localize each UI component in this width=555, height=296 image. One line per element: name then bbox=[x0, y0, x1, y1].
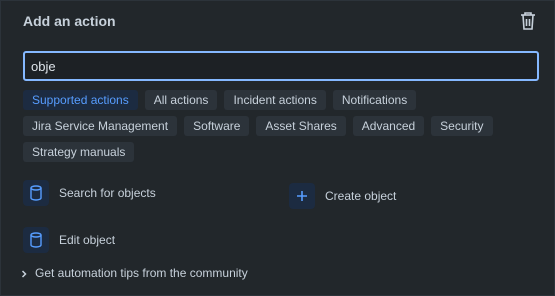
filter-chip-all-actions[interactable]: All actions bbox=[144, 90, 218, 110]
filter-chip-jira-service-management[interactable]: Jira Service Management bbox=[23, 116, 178, 136]
database-icon bbox=[23, 180, 49, 206]
filter-chip-security[interactable]: Security bbox=[431, 116, 493, 136]
filter-chip-asset-shares[interactable]: Asset Shares bbox=[256, 116, 346, 136]
action-label: Edit object bbox=[59, 233, 116, 247]
filter-chip-notifications[interactable]: Notifications bbox=[332, 90, 417, 110]
plus-icon bbox=[289, 183, 315, 209]
search-input[interactable] bbox=[23, 51, 539, 81]
chevron-right-icon bbox=[19, 268, 29, 278]
panel-title: Add an action bbox=[23, 13, 116, 29]
filter-chips: Supported actions All actions Incident a… bbox=[23, 90, 543, 168]
filter-chip-supported-actions[interactable]: Supported actions bbox=[23, 90, 138, 110]
add-action-panel: Add an action Supported actions All acti… bbox=[0, 0, 555, 296]
action-edit-object[interactable]: Edit object bbox=[23, 227, 115, 253]
action-label: Search for objects bbox=[59, 186, 156, 200]
filter-chip-advanced[interactable]: Advanced bbox=[352, 116, 425, 136]
trash-icon[interactable] bbox=[518, 10, 538, 32]
filter-row: Jira Service Management Software Asset S… bbox=[23, 116, 543, 136]
database-icon bbox=[23, 227, 49, 253]
filter-row: Strategy manuals bbox=[23, 142, 543, 162]
action-label: Create object bbox=[325, 189, 397, 203]
filter-chip-incident-actions[interactable]: Incident actions bbox=[224, 90, 326, 110]
action-create-object[interactable]: Create object bbox=[289, 183, 396, 209]
automation-tips-label: Get automation tips from the community bbox=[35, 266, 248, 280]
filter-chip-software[interactable]: Software bbox=[184, 116, 250, 136]
panel-header: Add an action bbox=[23, 10, 538, 33]
action-search-for-objects[interactable]: Search for objects bbox=[23, 180, 156, 206]
filter-row: Supported actions All actions Incident a… bbox=[23, 90, 543, 110]
filter-chip-strategy-manuals[interactable]: Strategy manuals bbox=[23, 142, 135, 162]
automation-tips-link[interactable]: Get automation tips from the community bbox=[19, 266, 248, 280]
